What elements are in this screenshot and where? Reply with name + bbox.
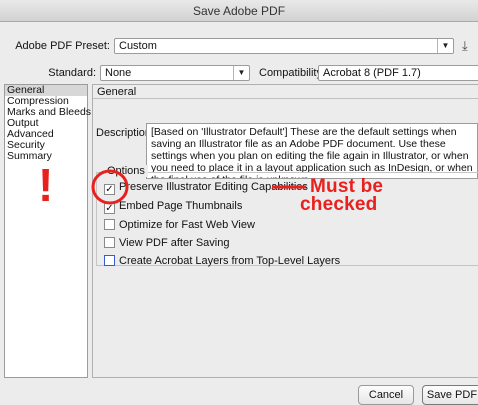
checkbox[interactable]: [104, 219, 115, 230]
compatibility-value: Acrobat 8 (PDF 1.7): [323, 67, 421, 79]
checkbox-checked[interactable]: ✓: [104, 184, 115, 195]
standard-value: None: [105, 67, 132, 79]
save-pdf-button[interactable]: Save PDF: [422, 385, 478, 405]
compatibility-label: Compatibility:: [259, 67, 326, 79]
option-label: Preserve Illustrator Editing Capabilitie…: [119, 181, 308, 193]
option-label: Optimize for Fast Web View: [119, 219, 255, 231]
panel-title: General: [93, 85, 478, 99]
option-label: View PDF after Saving: [119, 237, 230, 249]
checkbox-checked[interactable]: ✓: [104, 203, 115, 214]
preset-label: Adobe PDF Preset:: [15, 40, 110, 52]
option-label: Embed Page Thumbnails: [119, 200, 243, 212]
preset-value: Custom: [119, 40, 157, 52]
options-label: Options: [104, 165, 148, 177]
annotation-line-2: checked: [300, 194, 378, 215]
option-embed-thumbnails[interactable]: ✓ Embed Page Thumbnails: [104, 199, 243, 214]
description-text: [Based on 'Illustrator Default'] These a…: [146, 123, 478, 179]
option-view-after-saving[interactable]: View PDF after Saving: [104, 236, 229, 250]
settings-category-list: General Compression Marks and Bleeds Out…: [4, 84, 91, 378]
checkbox[interactable]: [104, 255, 115, 266]
preset-select[interactable]: Custom ▼: [114, 38, 454, 54]
option-label: Create Acrobat Layers from Top-Level Lay…: [119, 255, 341, 267]
dropdown-arrow-icon: ▼: [437, 39, 453, 53]
option-acrobat-layers[interactable]: Create Acrobat Layers from Top-Level Lay…: [104, 254, 340, 268]
option-preserve-editing[interactable]: ✓ Preserve Illustrator Editing Capabiliti…: [104, 180, 308, 195]
option-fast-web-view[interactable]: Optimize for Fast Web View: [104, 218, 255, 232]
standard-select[interactable]: None ▼: [100, 65, 250, 81]
cancel-button[interactable]: Cancel: [358, 385, 414, 405]
exclamation-annotation: !: [38, 159, 54, 211]
window-title: Save Adobe PDF: [0, 0, 478, 22]
checkbox[interactable]: [104, 237, 115, 248]
dropdown-arrow-icon: ▼: [233, 66, 249, 80]
save-preset-icon[interactable]: ⤓: [462, 38, 468, 54]
standard-label: Standard:: [48, 67, 96, 79]
annotation-line-1: Must be: [310, 176, 384, 197]
compatibility-select[interactable]: Acrobat 8 (PDF 1.7): [318, 65, 478, 81]
